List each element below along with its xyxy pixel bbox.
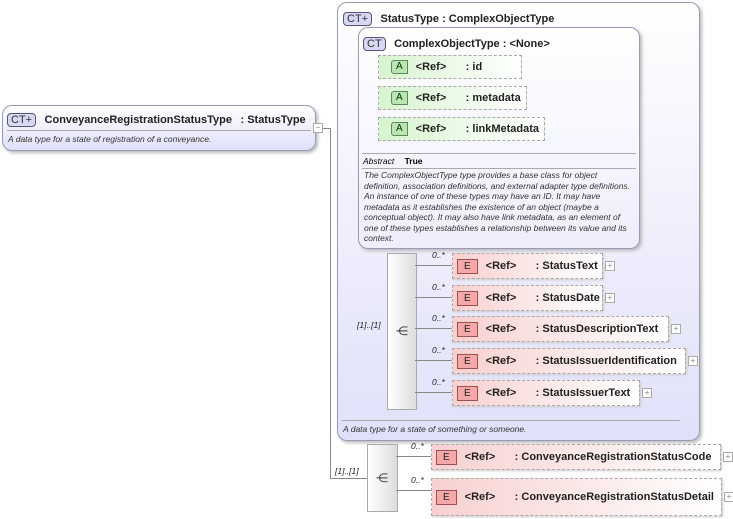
sequence-compositor[interactable]: ⋲ [367,444,398,512]
element-icon: E [457,258,478,274]
element-name: : ConveyanceRegistrationStatusCode [514,451,712,463]
element-icon: E [457,321,478,337]
ref-label: <Ref> [485,355,517,367]
element-name: : StatusDescriptionText [535,323,659,335]
ref-label: <Ref> [485,387,517,399]
element-icon: E [457,353,478,369]
sequence-cardinality: [1]..[1] [335,466,359,476]
ref-label: <Ref> [464,491,496,503]
expand-toggle[interactable]: + [723,452,733,462]
element-cardinality: 0..* [432,313,445,323]
expand-toggle[interactable]: + [605,293,615,303]
element-icon: E [436,489,457,505]
sequence-cardinality: [1]..[1] [357,320,381,330]
element-icon: E [436,449,457,465]
element-name: : StatusIssuerIdentification [535,355,677,367]
attribute-linkmetadata[interactable]: A <Ref> : linkMetadata [378,117,545,141]
complex-type-icon: CT [363,37,386,51]
element-cardinality: 0..* [411,475,424,485]
abstract-value: True [404,156,423,166]
element-cardinality: 0..* [432,377,445,387]
sequence-icon: ⋲ [396,324,408,338]
element-icon: E [457,290,478,306]
element-cardinality: 0..* [432,282,445,292]
collapse-toggle[interactable]: − [313,123,323,133]
attribute-icon: A [391,60,408,74]
ref-label: <Ref> [485,292,517,304]
element-box[interactable]: E <Ref> : StatusIssuerText [452,380,640,406]
root-base-type: : StatusType [240,114,306,126]
complex-object-type-title: ComplexObjectType : <None> [394,38,550,50]
sequence-compositor[interactable]: ⋲ [387,253,417,410]
expand-toggle[interactable]: + [671,324,681,334]
element-name: : StatusDate [535,292,600,304]
element-box[interactable]: E <Ref> : StatusText [452,253,603,279]
element-name: : StatusIssuerText [535,387,631,399]
attribute-metadata[interactable]: A <Ref> : metadata [378,86,527,110]
element-name: : StatusText [535,260,598,272]
complex-type-icon: CT+ [7,113,37,127]
status-type-title: StatusType : ComplexObjectType [380,13,555,25]
ref-label: <Ref> [415,92,447,104]
root-description: A data type for a state of registration … [8,134,212,144]
ref-label: <Ref> [415,123,447,135]
element-box[interactable]: E <Ref> : StatusDate [452,285,603,311]
element-cardinality: 0..* [432,250,445,260]
root-type-box[interactable]: CT+ ConveyanceRegistrationStatusType : S… [2,105,316,151]
element-name: : ConveyanceRegistrationStatusDetail [514,491,714,503]
element-box[interactable]: E <Ref> : ConveyanceRegistrationStatusCode [431,444,721,470]
attribute-name: : id [465,61,483,73]
element-icon: E [457,385,478,401]
element-box[interactable]: E <Ref> : ConveyanceRegistrationStatusDeta… [431,478,722,516]
complex-object-type-description: The ComplexObjectType type provides a ba… [364,170,631,243]
element-box[interactable]: E <Ref> : StatusDescriptionText [452,316,669,342]
complex-type-icon: CT+ [343,12,373,26]
attribute-name: : linkMetadata [465,123,540,135]
expand-toggle[interactable]: + [688,356,698,366]
ref-label: <Ref> [485,260,517,272]
element-box[interactable]: E <Ref> : StatusIssuerIdentification [452,348,686,374]
ref-label: <Ref> [464,451,496,463]
root-type-name: ConveyanceRegistrationStatusType [44,114,233,126]
expand-toggle[interactable]: + [605,261,615,271]
element-cardinality: 0..* [432,345,445,355]
attribute-icon: A [391,91,408,105]
abstract-label: Abstract [363,156,395,166]
ref-label: <Ref> [415,61,447,73]
expand-toggle[interactable]: + [642,388,652,398]
element-cardinality: 0..* [411,441,424,451]
attribute-icon: A [391,122,408,136]
status-type-description: A data type for a state of something or … [343,424,527,434]
attribute-id[interactable]: A <Ref> : id [378,55,522,79]
sequence-icon: ⋲ [376,471,388,485]
ref-label: <Ref> [485,323,517,335]
expand-toggle[interactable]: + [724,492,733,502]
attribute-name: : metadata [465,92,521,104]
